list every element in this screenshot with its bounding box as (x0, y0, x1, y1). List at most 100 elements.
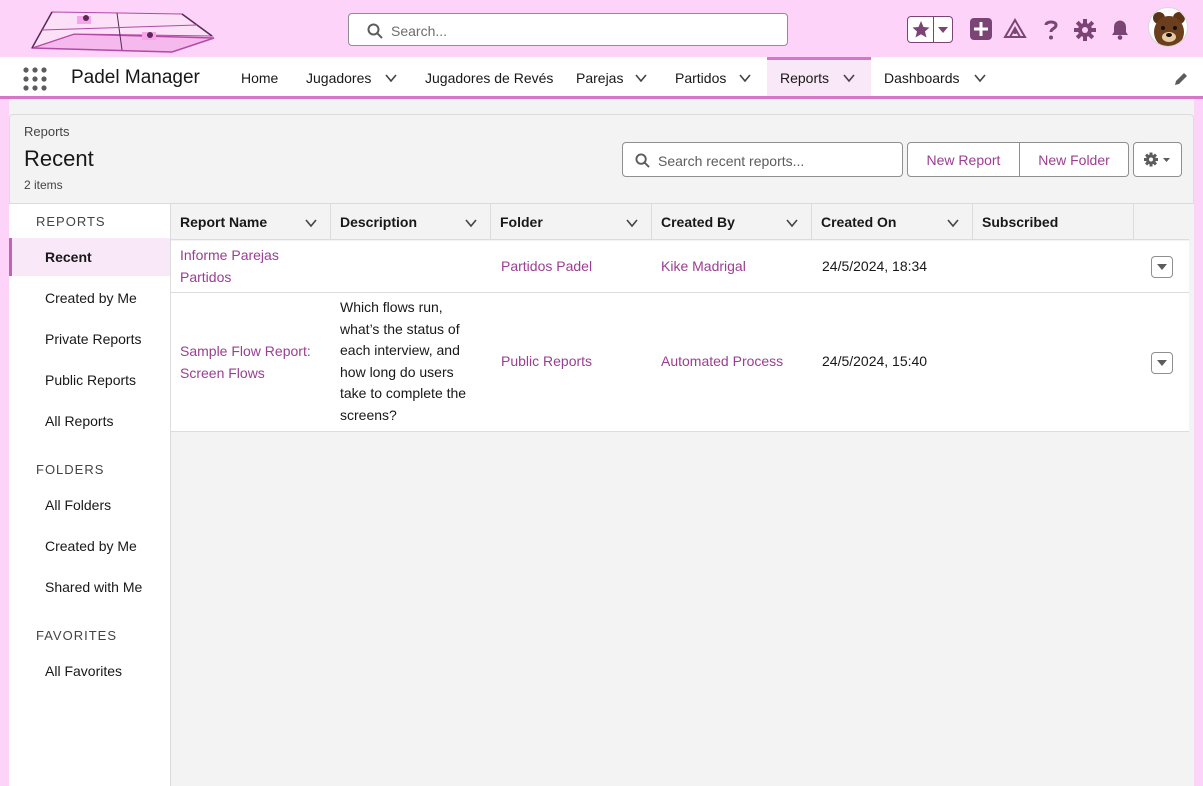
setup-gear-icon[interactable] (1073, 18, 1097, 42)
nav-tab-jugadores-de-reves[interactable]: Jugadores de Revés (412, 57, 562, 96)
favorites-section-title: FAVORITES (36, 628, 117, 643)
sidebar-item-label: Created by Me (45, 538, 137, 554)
report-name-link[interactable]: Sample Flow Report: Screen Flows (180, 341, 325, 384)
nav-tab-parejas[interactable]: Parejas (563, 57, 659, 96)
search-recent-reports-placeholder: Search recent reports... (658, 153, 805, 169)
sidebar-item-label: Private Reports (45, 331, 142, 347)
chevron-down-icon[interactable] (384, 71, 398, 85)
column-header-subscribed[interactable]: Subscribed (973, 204, 1134, 240)
chevron-down-icon[interactable] (634, 71, 648, 85)
reports-sidebar: REPORTS Recent Created by Me Private Rep… (9, 204, 171, 786)
global-search-placeholder: Search... (391, 23, 448, 39)
report-name-link[interactable]: Informe Parejas Partidos (180, 245, 320, 288)
favorites-star-icon[interactable] (908, 17, 934, 42)
right-background-strip (1194, 99, 1203, 786)
column-header-label: Description (340, 214, 418, 230)
chevron-down-icon[interactable] (842, 71, 856, 85)
new-report-button[interactable]: New Report (908, 143, 1020, 176)
chevron-down-icon[interactable] (625, 216, 639, 230)
nav-tab-label: Parejas (576, 70, 624, 86)
column-header-label: Folder (500, 214, 543, 230)
app-name: Padel Manager (71, 67, 200, 88)
global-header: Search... (0, 0, 1203, 57)
chevron-down-icon[interactable] (738, 71, 752, 85)
sidebar-item-label: Shared with Me (45, 579, 143, 595)
nav-tab-reports[interactable]: Reports (767, 57, 871, 96)
report-folder-link[interactable]: Partidos Padel (501, 256, 592, 278)
sidebar-item-all-favorites[interactable]: All Favorites (9, 652, 170, 690)
sidebar-item-recent[interactable]: Recent (9, 238, 170, 276)
report-created-on: 24/5/2024, 15:40 (822, 353, 928, 369)
row-actions-button[interactable] (1151, 256, 1173, 278)
search-recent-reports-input[interactable]: Search recent reports... (622, 142, 903, 177)
report-created-by-link[interactable]: Kike Madrigal (661, 256, 746, 278)
sidebar-item-folders-created-by-me[interactable]: Created by Me (9, 527, 170, 565)
help-icon[interactable] (1039, 17, 1063, 41)
column-header-created-by[interactable]: Created By (652, 204, 812, 240)
item-count: 2 items (24, 178, 63, 192)
sidebar-item-public-reports[interactable]: Public Reports (9, 361, 170, 399)
new-folder-button[interactable]: New Folder (1020, 143, 1128, 176)
sidebar-item-private-reports[interactable]: Private Reports (9, 320, 170, 358)
nav-tab-dashboards[interactable]: Dashboards (872, 57, 994, 96)
notifications-bell-icon[interactable] (1108, 17, 1132, 41)
column-header-created-on[interactable]: Created On (812, 204, 973, 240)
column-header-report-name[interactable]: Report Name (171, 204, 331, 240)
favorites-button-group[interactable] (907, 16, 953, 43)
search-icon (367, 23, 383, 39)
table-row: Sample Flow Report: Screen Flows Which f… (171, 293, 1189, 432)
action-button-group: New Report New Folder (907, 142, 1129, 177)
sidebar-item-all-folders[interactable]: All Folders (9, 486, 170, 524)
app-navigation-bar: Padel Manager Home Jugadores Jugadores d… (0, 57, 1203, 99)
nav-tab-jugadores[interactable]: Jugadores (293, 57, 409, 96)
trailhead-icon[interactable] (1003, 17, 1027, 41)
list-view-header: Reports Recent 2 items Search recent rep… (9, 114, 1194, 204)
user-avatar[interactable] (1148, 7, 1188, 47)
global-search-input[interactable]: Search... (348, 13, 788, 46)
add-icon[interactable] (969, 17, 993, 41)
app-launcher-icon[interactable] (22, 66, 48, 92)
reports-table: Report Name Description Folder Created B… (171, 204, 1189, 786)
column-header-label: Report Name (180, 214, 268, 230)
nav-tab-home[interactable]: Home (229, 57, 291, 96)
left-background-strip (0, 99, 9, 786)
sidebar-item-all-reports[interactable]: All Reports (9, 402, 170, 440)
nav-tab-label: Home (241, 70, 279, 86)
caret-down-icon (1157, 264, 1167, 270)
caret-down-icon (1157, 360, 1167, 366)
nav-tab-label: Jugadores de Revés (425, 70, 554, 86)
column-header-label: Subscribed (982, 214, 1059, 230)
chevron-down-icon[interactable] (973, 71, 987, 85)
table-row: Informe Parejas Partidos Partidos Padel … (171, 241, 1189, 293)
sidebar-item-label: Created by Me (45, 290, 137, 306)
edit-pencil-icon[interactable] (1173, 71, 1189, 87)
column-header-label: Created By (661, 214, 735, 230)
report-description: Which flows run, what’s the status of ea… (340, 299, 467, 423)
report-created-on: 24/5/2024, 18:34 (822, 258, 928, 274)
chevron-down-icon[interactable] (304, 216, 318, 230)
search-icon (635, 153, 650, 168)
nav-tab-label: Partidos (675, 70, 727, 86)
row-actions-button[interactable] (1151, 352, 1173, 374)
folders-section-title: FOLDERS (36, 462, 105, 477)
padel-court-logo[interactable] (22, 4, 216, 56)
chevron-down-icon[interactable] (464, 216, 478, 230)
table-header-row: Report Name Description Folder Created B… (171, 204, 1189, 240)
chevron-down-icon[interactable] (785, 216, 799, 230)
page-title: Recent (24, 146, 94, 171)
nav-tab-label: Dashboards (884, 70, 960, 86)
list-settings-button[interactable] (1133, 142, 1182, 177)
sidebar-item-shared-with-me[interactable]: Shared with Me (9, 568, 170, 606)
sidebar-item-created-by-me[interactable]: Created by Me (9, 279, 170, 317)
column-header-description[interactable]: Description (331, 204, 491, 240)
report-created-by-link[interactable]: Automated Process (661, 351, 783, 373)
chevron-down-icon[interactable] (946, 216, 960, 230)
breadcrumb[interactable]: Reports (24, 124, 70, 139)
column-header-folder[interactable]: Folder (491, 204, 652, 240)
favorites-dropdown-icon[interactable] (934, 17, 952, 42)
report-folder-link[interactable]: Public Reports (501, 351, 592, 373)
nav-tab-label: Reports (780, 70, 830, 86)
sidebar-item-label: Recent (45, 249, 92, 265)
nav-tab-partidos[interactable]: Partidos (662, 57, 766, 96)
reports-section-title: REPORTS (36, 214, 106, 229)
